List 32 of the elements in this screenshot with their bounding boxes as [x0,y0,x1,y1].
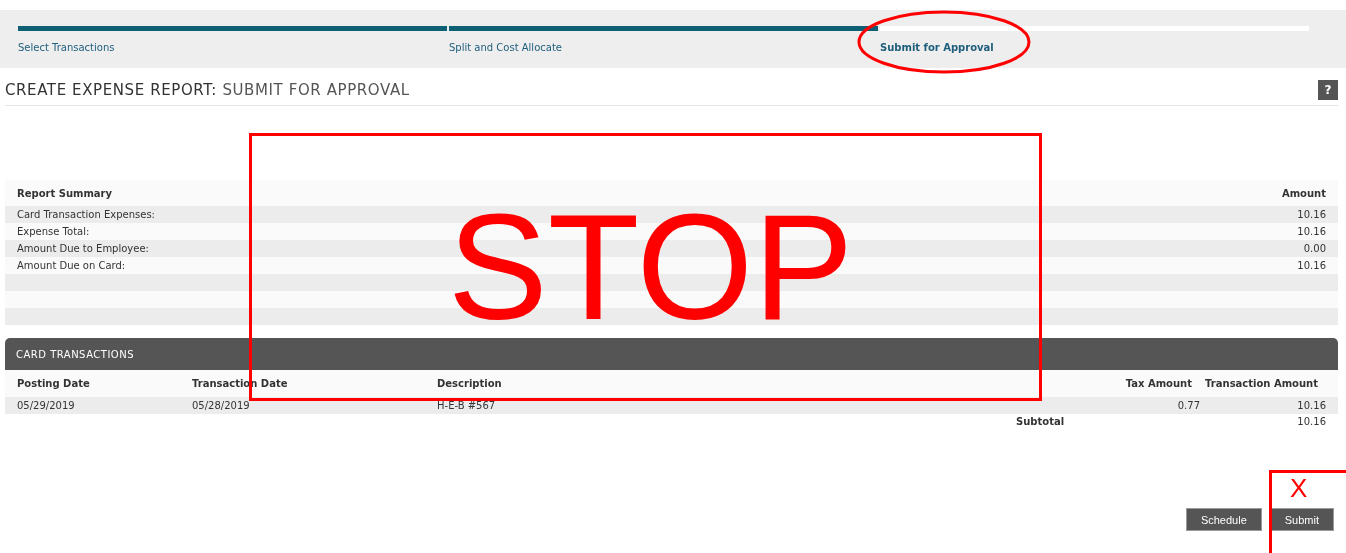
step-link[interactable]: Submit for Approval [880,42,994,53]
section-title: CARD TRANSACTIONS [16,348,135,360]
table-cell: 10.16 [1297,226,1326,237]
table-cell-text: H-E-B #567 [437,400,497,411]
page-subtitle: SUBMIT FOR APPROVAL [222,81,410,99]
table-cell-text: 05/28/2019 [192,400,251,411]
table-cell: Card Transaction Expenses: [17,209,155,220]
help-button[interactable]: ? [1318,80,1338,100]
table-cell-text: 0.77 [1176,400,1200,411]
subtotal-value: 10.16 [1296,415,1326,427]
table-cell: 10.16 [1297,209,1326,220]
table-cell: 0.00 [1303,243,1326,254]
table-cell-text: 05/29/2019 [17,400,76,411]
table-cell: Expense Total: [17,226,90,237]
step-link[interactable]: Select Transactions [18,42,115,53]
column-header: Tax Amount [1124,378,1192,389]
column-header: Amount [1281,187,1326,199]
action-button[interactable]: Submit [1269,508,1334,531]
page-title: CREATE EXPENSE REPORT: [5,81,217,99]
subtotal-label: Subtotal [1016,415,1066,427]
table-cell: Amount Due on Card: [17,260,126,271]
column-header: Posting Date [17,378,91,389]
table-cell-text: 10.16 [1296,400,1326,411]
annotation-mark: X [1290,475,1308,501]
column-header: Report Summary [17,187,113,199]
column-header: Transaction Amount [1204,378,1319,389]
action-button[interactable]: Schedule [1185,508,1262,531]
table-cell: 10.16 [1297,260,1326,271]
column-header: Description [437,378,503,389]
step-link[interactable]: Split and Cost Allocate [449,42,562,53]
annotation-text: STOP [447,192,854,342]
table-cell: Amount Due to Employee: [17,243,149,254]
